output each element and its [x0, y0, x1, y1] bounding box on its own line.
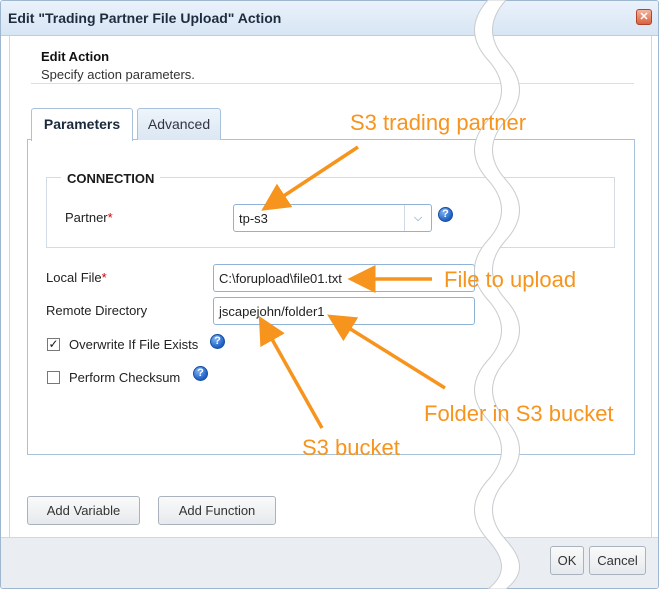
connection-legend: CONNECTION: [61, 171, 161, 186]
cancel-button[interactable]: Cancel: [589, 546, 646, 575]
help-icon[interactable]: ?: [210, 334, 225, 349]
chevron-down-icon[interactable]: ⌵: [404, 205, 431, 231]
overwrite-checkbox[interactable]: ✓: [47, 338, 60, 351]
remote-directory-input[interactable]: jscapejohn/folder1: [213, 297, 475, 325]
annotation-s3-bucket: S3 bucket: [302, 435, 400, 460]
tab-advanced[interactable]: Advanced: [137, 108, 221, 140]
tab-parameters[interactable]: Parameters: [31, 108, 133, 141]
header-divider: [31, 83, 634, 84]
add-function-button[interactable]: Add Function: [158, 496, 276, 525]
checksum-checkbox[interactable]: [47, 371, 60, 384]
overwrite-label: Overwrite If File Exists: [69, 337, 199, 352]
partner-select[interactable]: tp-s3 ⌵: [233, 204, 432, 232]
edit-action-subheading: Specify action parameters.: [41, 67, 195, 82]
ok-button[interactable]: OK: [550, 546, 584, 575]
dialog-title: Edit "Trading Partner File Upload" Actio…: [8, 10, 282, 26]
local-file-input[interactable]: C:\forupload\file01.txt: [213, 264, 475, 292]
close-icon[interactable]: ✕: [636, 9, 652, 25]
annotation-file-to-upload: File to upload: [444, 267, 577, 292]
help-icon[interactable]: ?: [438, 207, 453, 222]
help-icon[interactable]: ?: [193, 366, 208, 381]
partner-label: Partner*: [65, 210, 113, 225]
edit-action-dialog: Edit "Trading Partner File Upload" Actio…: [0, 0, 659, 589]
checksum-label: Perform Checksum: [69, 370, 181, 385]
annotation-folder-in-s3-bucket: Folder in S3 bucket: [424, 401, 614, 426]
local-file-label: Local File*: [46, 270, 107, 285]
partner-value: tp-s3: [239, 211, 268, 226]
title-bar: Edit "Trading Partner File Upload" Actio…: [1, 1, 658, 36]
edit-action-heading: Edit Action: [41, 49, 110, 64]
add-variable-button[interactable]: Add Variable: [27, 496, 140, 525]
remote-directory-label: Remote Directory: [46, 303, 148, 318]
annotation-s3-trading-partner: S3 trading partner: [350, 110, 527, 135]
